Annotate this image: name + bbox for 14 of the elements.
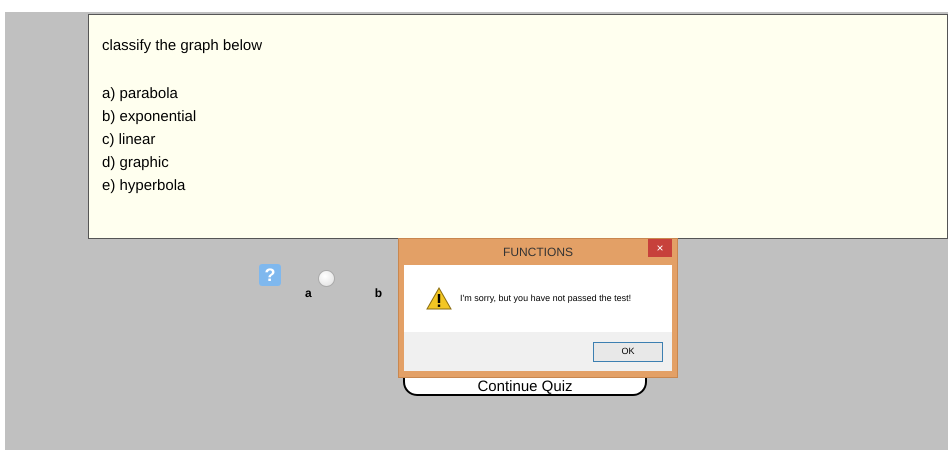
question-text: classify the graph below	[102, 36, 264, 56]
radio-button[interactable]	[318, 270, 335, 287]
dialog-title: FUNCTIONS	[503, 244, 573, 261]
close-button[interactable]: ×	[648, 239, 672, 257]
option-label: a	[305, 285, 312, 302]
warning-icon	[426, 287, 452, 310]
answer-choice: e) hyperbola	[102, 176, 186, 196]
answer-choice: b) exponential	[102, 106, 196, 126]
ok-button[interactable]: OK	[593, 342, 663, 362]
answer-choice: d) graphic	[102, 152, 169, 172]
answer-choice: a) parabola	[102, 84, 178, 104]
dialog-message: I'm sorry, but you have not passed the test!	[460, 292, 632, 305]
option-label: b	[374, 285, 382, 302]
answer-choice: c) linear	[102, 130, 156, 150]
